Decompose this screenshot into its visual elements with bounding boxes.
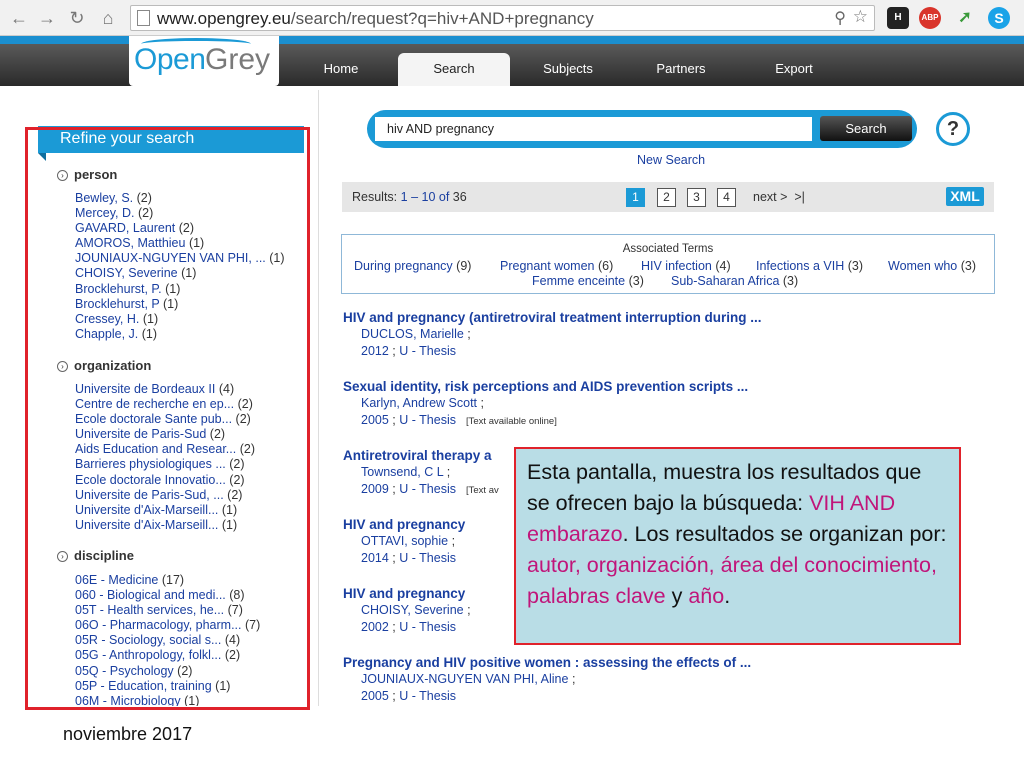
result-title[interactable]: HIV and pregnancy: [343, 586, 465, 602]
result-title[interactable]: HIV and pregnancy: [343, 517, 465, 533]
new-search-link[interactable]: New Search: [637, 153, 705, 167]
adblock-icon[interactable]: ABP: [919, 7, 941, 29]
help-icon[interactable]: ?: [936, 112, 970, 146]
result-meta[interactable]: 2005 ; U - Thesis [Text available online]: [361, 411, 766, 431]
pagination-next[interactable]: next > >|: [753, 190, 805, 204]
nav-export[interactable]: Export: [760, 44, 828, 86]
result-author[interactable]: JOUNIAUX-NGUYEN VAN PHI, Aline ;: [361, 671, 769, 687]
term-link[interactable]: Pregnant women (6): [500, 259, 613, 273]
result-item: Pregnancy and HIV positive women : asses…: [343, 655, 751, 705]
result-title[interactable]: Sexual identity, risk perceptions and AI…: [343, 379, 748, 395]
result-author[interactable]: DUCLOS, Marielle ;: [361, 326, 780, 342]
search-input[interactable]: [375, 117, 812, 141]
logo-open-text: Open: [134, 43, 206, 76]
page-2[interactable]: 2: [657, 188, 676, 207]
nav-home[interactable]: Home: [310, 44, 372, 86]
pagination-last: >|: [794, 190, 805, 204]
nav-search[interactable]: Search: [398, 53, 510, 86]
term-link[interactable]: During pregnancy (9): [354, 259, 471, 273]
result-title[interactable]: Antiretroviral therapy a: [343, 448, 492, 464]
highlight-frame: [25, 127, 310, 710]
url-text[interactable]: www.opengrey.eu/search/request?q=hiv+AND…: [157, 8, 594, 30]
back-icon[interactable]: ←: [8, 7, 30, 29]
term-link[interactable]: Sub-Saharan Africa (3): [671, 274, 798, 288]
page-icon: [137, 10, 150, 26]
search-button[interactable]: Search: [820, 116, 912, 141]
footer-date: noviembre 2017: [63, 724, 193, 744]
result-item: Antiretroviral therapy a Townsend, C L ; 2…: [343, 448, 499, 500]
page-3[interactable]: 3: [687, 188, 706, 207]
opengrey-logo[interactable]: Open Grey: [129, 36, 279, 86]
page-1[interactable]: 1: [626, 188, 645, 207]
extension-tool-icon[interactable]: ➚: [954, 7, 976, 29]
page-4[interactable]: 4: [717, 188, 736, 207]
result-note: [Text av: [466, 485, 499, 496]
result-title[interactable]: HIV and pregnancy (antiretroviral treatm…: [343, 310, 762, 326]
nav-partners[interactable]: Partners: [640, 44, 722, 86]
result-title[interactable]: Pregnancy and HIV positive women : asses…: [343, 655, 751, 671]
result-meta[interactable]: 2005 ; U - Thesis: [361, 687, 769, 705]
divider: [318, 90, 319, 706]
result-meta[interactable]: 2009 ; U - Thesis [Text av: [361, 480, 510, 500]
term-link[interactable]: Women who (3): [888, 259, 976, 273]
result-note: [Text available online]: [466, 416, 557, 427]
associated-terms-title: Associated Terms: [622, 243, 714, 255]
result-author[interactable]: CHOISY, Severine ;: [361, 602, 483, 618]
result-meta[interactable]: 2002 ; U - Thesis: [361, 618, 483, 636]
results-count: Results: 1 – 10 of 36: [352, 190, 467, 204]
term-link[interactable]: Infections a VIH (3): [756, 259, 863, 273]
result-item: HIV and pregnancy CHOISY, Severine ; 2002 …: [343, 586, 471, 636]
result-meta[interactable]: 2014 ; U - Thesis: [361, 549, 483, 567]
xml-export-button[interactable]: XML: [946, 187, 984, 206]
bookmark-star-icon[interactable]: ☆: [853, 7, 868, 27]
result-item: Sexual identity, risk perceptions and AI…: [343, 379, 748, 431]
forward-icon[interactable]: →: [36, 7, 58, 29]
results-bar: Results: 1 – 10 of 36 1 2 3 4 next > >| …: [342, 182, 994, 212]
address-bar[interactable]: www.opengrey.eu/search/request?q=hiv+AND…: [130, 5, 875, 31]
result-item: HIV and pregnancy (antiretroviral treatm…: [343, 310, 762, 360]
reload-icon[interactable]: ↻: [66, 7, 88, 29]
zoom-icon[interactable]: ⚲: [834, 8, 846, 28]
result-meta[interactable]: 2012 ; U - Thesis: [361, 342, 780, 360]
annotation-box: Esta pantalla, muestra los resultados qu…: [514, 447, 961, 645]
home-icon[interactable]: ⌂: [97, 7, 119, 29]
browser-toolbar: ← → ↻ ⌂ www.opengrey.eu/search/request?q…: [0, 0, 1024, 36]
result-author[interactable]: Townsend, C L ;: [361, 464, 510, 480]
term-link[interactable]: Femme enceinte (3): [532, 274, 644, 288]
nav-subjects[interactable]: Subjects: [530, 44, 606, 86]
result-item: HIV and pregnancy OTTAVI, sophie ; 2014 ; …: [343, 517, 465, 567]
logo-grey-text: Grey: [205, 43, 271, 76]
result-author[interactable]: Karlyn, Andrew Scott ;: [361, 395, 766, 411]
term-link[interactable]: HIV infection (4): [641, 259, 731, 273]
skype-icon[interactable]: S: [988, 7, 1010, 29]
result-author[interactable]: OTTAVI, sophie ;: [361, 533, 483, 549]
extension-h-icon[interactable]: H: [887, 7, 909, 29]
